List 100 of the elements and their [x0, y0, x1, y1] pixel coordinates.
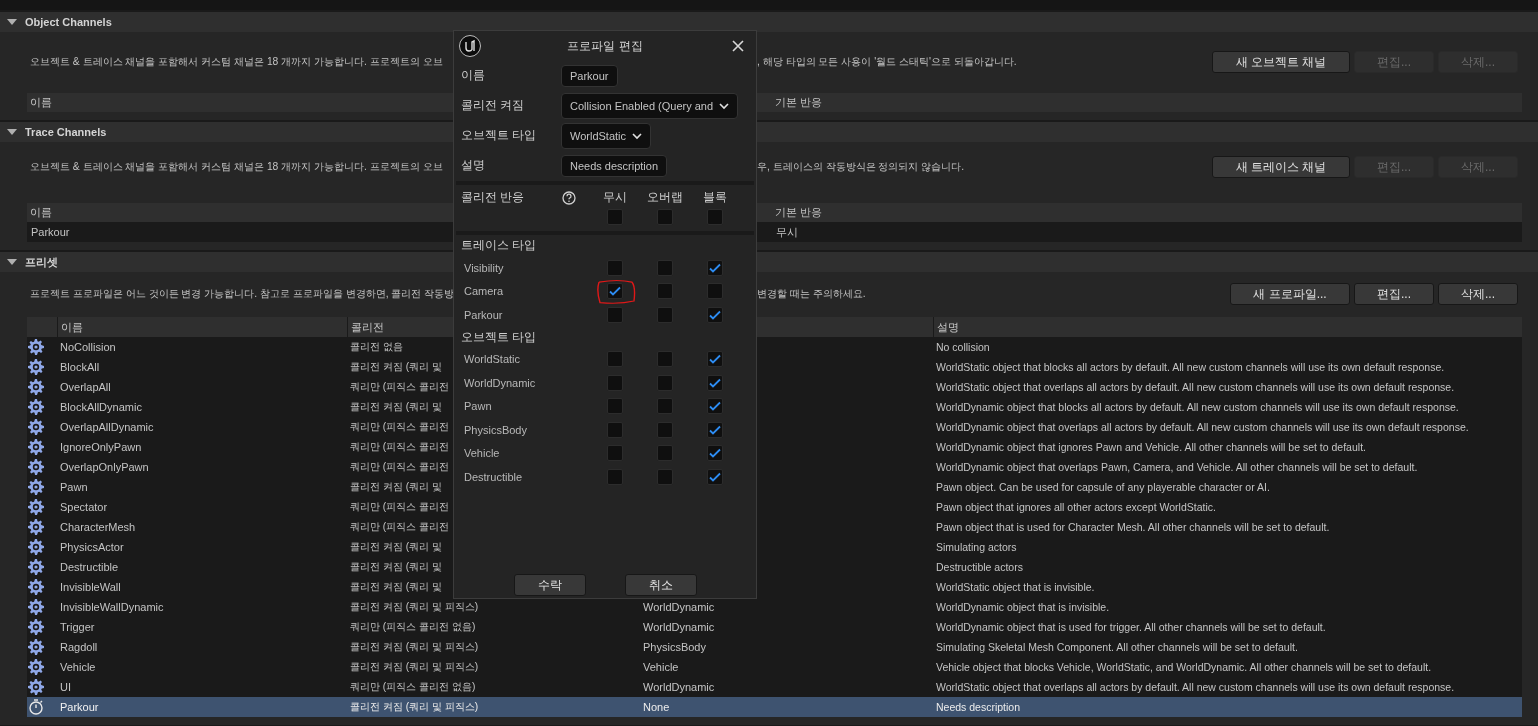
checkbox[interactable]	[707, 306, 723, 323]
checkbox[interactable]	[707, 445, 723, 462]
checkbox[interactable]	[657, 374, 673, 391]
channel-label: Destructible	[463, 469, 524, 485]
checkbox[interactable]	[607, 421, 623, 438]
table-cell[interactable]: CharacterMesh	[57, 521, 136, 533]
selected-row-highlight[interactable]: Parkour 콜리전 켜짐 (쿼리 및 피직스) None Needs description	[27, 697, 1522, 717]
table-cell-text: 쿼리만 (피직스 콜리전	[349, 520, 450, 534]
table-cell[interactable]: Vehicle	[57, 661, 96, 673]
table-cell-text: WorldDynamic object that blocks all actors by default. All new custom channels will use its own default response.	[935, 401, 1460, 413]
table-cell[interactable]: UI	[57, 681, 71, 693]
checkbox[interactable]	[607, 468, 623, 485]
checkbox[interactable]	[607, 306, 623, 323]
checkbox[interactable]	[607, 445, 623, 462]
checkbox[interactable]	[657, 259, 673, 276]
channel-label: WorldStatic	[463, 352, 522, 368]
checkbox[interactable]	[707, 398, 723, 415]
channel-label: Vehicle	[463, 446, 501, 462]
table-cell[interactable]: BlockAll	[57, 361, 100, 373]
table-cell-text: Vehicle object that blocks Vehicle, WorldStatic, and WorldDynamic. All other channels will be set to default.	[935, 661, 1433, 673]
text-field[interactable]: Parkour	[561, 65, 618, 87]
table-cell[interactable]: Destructible	[57, 561, 119, 573]
table-cell-text: Simulating Skeletal Mesh Component. All other channels will be set to default.	[935, 641, 1299, 653]
checkbox[interactable]	[707, 259, 723, 276]
checkbox[interactable]	[657, 351, 673, 368]
dropdown[interactable]: Collision Enabled (Query and	[561, 93, 739, 119]
section-button[interactable]: 삭제...	[1438, 283, 1518, 305]
table-cell-text: 콜리전 켜짐 (쿼리 및	[349, 560, 442, 574]
table-cell-text: PhysicsBody	[642, 641, 706, 653]
chevron-down-icon	[719, 102, 730, 110]
dropdown[interactable]: WorldStatic	[561, 123, 652, 149]
table-cell[interactable]: Ragdoll	[57, 641, 98, 653]
collapse-arrow-icon[interactable]	[7, 129, 17, 135]
table-cell[interactable]: OverlapAll	[57, 381, 111, 393]
section-button[interactable]: 새 프로파일...	[1230, 283, 1350, 305]
table-cell-text: WorldStatic object that overlaps all actors by default. All new custom channels will use its own default response.	[935, 381, 1456, 393]
table-cell-text: WorldDynamic	[642, 681, 715, 693]
column-header: 무시	[602, 189, 628, 206]
checkbox[interactable]	[657, 306, 673, 323]
channel-label: Pawn	[463, 399, 493, 415]
checkbox[interactable]	[707, 468, 723, 485]
checkbox[interactable]	[657, 468, 673, 485]
column-header: 블록	[702, 189, 728, 206]
checkbox[interactable]	[607, 374, 623, 391]
channel-label: PhysicsBody	[463, 422, 528, 438]
table-cell-text: 콜리전 켜짐 (쿼리 및 피직스)	[349, 640, 479, 654]
checkbox[interactable]	[607, 283, 623, 300]
checkbox[interactable]	[657, 445, 673, 462]
checkbox[interactable]	[607, 351, 623, 368]
field-label: 콜리전 켜짐	[461, 97, 526, 114]
table-cell[interactable]: Pawn	[57, 481, 88, 493]
checkbox[interactable]	[707, 351, 723, 368]
table-cell[interactable]: InvisibleWall	[57, 581, 121, 593]
section-description: , 해당 타입의 모든 사용이 '월드 스태틱'으로 되돌아갑니다.	[757, 55, 1017, 69]
field-label: 콜리전 반응	[461, 189, 525, 206]
table-cell[interactable]: Parkour	[57, 701, 99, 713]
section-button[interactable]: 편집...	[1354, 283, 1434, 305]
checkbox[interactable]	[657, 283, 673, 300]
table-cell[interactable]: IgnoreOnlyPawn	[57, 441, 142, 453]
checkbox[interactable]	[657, 421, 673, 438]
close-button[interactable]	[730, 38, 746, 54]
section-title: Trace Channels	[25, 126, 107, 138]
table-cell-text: 콜리전 켜짐 (쿼리 및	[349, 360, 442, 374]
section-button[interactable]: 새 트레이스 채널	[1212, 156, 1350, 178]
column-header: 설명	[933, 317, 1522, 337]
checkbox[interactable]	[707, 374, 723, 391]
checkbox[interactable]	[607, 259, 623, 276]
collapse-arrow-icon[interactable]	[7, 259, 17, 265]
table-cell-text: WorldStatic object that overlaps all actors by default. All new custom channels will use its own default response.	[935, 681, 1456, 693]
table-cell[interactable]: PhysicsActor	[57, 541, 124, 553]
table-cell-text: 콜리전 켜짐 (쿼리 및 피직스)	[349, 660, 479, 674]
text-field[interactable]: Needs description	[561, 155, 668, 177]
channel-label: Visibility	[463, 260, 505, 276]
checkbox[interactable]	[657, 209, 673, 225]
table-cell-text: WorldDynamic	[642, 601, 715, 613]
checkbox[interactable]	[707, 283, 723, 300]
table-cell[interactable]: OverlapOnlyPawn	[57, 461, 149, 473]
table-cell-text: 쿼리만 (피직스 콜리전	[349, 500, 450, 514]
dialog-button[interactable]: 수락	[513, 574, 586, 596]
collapse-arrow-icon[interactable]	[7, 19, 17, 25]
table-cell-text: WorldDynamic	[642, 621, 715, 633]
checkbox[interactable]	[657, 398, 673, 415]
section-description: 오브젝트 & 트레이스 채널을 포함해서 커스텀 채널은 18 개까지 가능합니다. 프로젝트의 오브	[30, 160, 443, 174]
section-button[interactable]: 새 오브젝트 채널	[1212, 51, 1350, 73]
dialog-button[interactable]: 취소	[624, 574, 697, 596]
checkbox[interactable]	[607, 209, 623, 225]
chevron-down-icon	[632, 132, 643, 140]
table-cell[interactable]: OverlapAllDynamic	[57, 421, 154, 433]
table-cell[interactable]: Spectator	[57, 501, 108, 513]
help-icon[interactable]	[562, 190, 577, 205]
table-cell[interactable]: InvisibleWallDynamic	[57, 601, 164, 613]
checkbox[interactable]	[607, 398, 623, 415]
checkbox[interactable]	[707, 209, 723, 225]
group-label: 트레이스 타입	[460, 237, 538, 254]
checkbox[interactable]	[707, 421, 723, 438]
table-cell[interactable]: Trigger	[57, 621, 95, 633]
table-cell[interactable]: NoCollision	[57, 341, 116, 353]
channel-label: WorldDynamic	[463, 375, 537, 391]
table-cell-text: Parkour	[30, 226, 71, 238]
table-cell[interactable]: BlockAllDynamic	[57, 401, 142, 413]
